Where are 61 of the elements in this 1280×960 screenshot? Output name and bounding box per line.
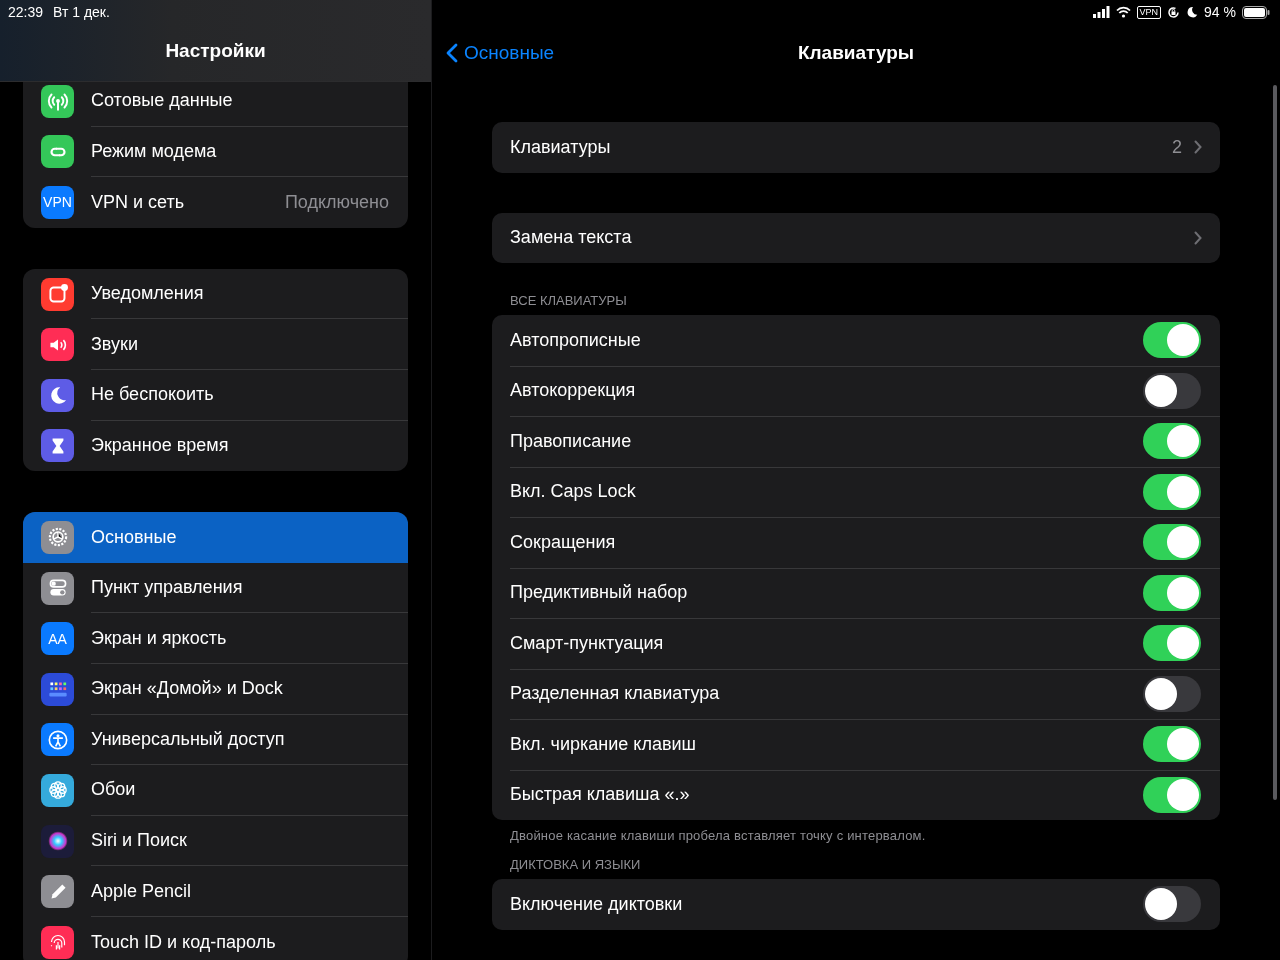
sidebar-item[interactable]: Экранное время (23, 420, 408, 472)
battery-percent: 94 % (1204, 4, 1236, 20)
sidebar-item[interactable]: Сотовые данные (23, 82, 408, 127)
toggle-row: Включение диктовки (492, 879, 1220, 930)
sidebar-item[interactable]: Экран «Домой» и Dock (23, 663, 408, 715)
toggle-row: Разделенная клавиатура (492, 668, 1220, 719)
chevron-left-icon (446, 43, 458, 63)
toggle-switch[interactable] (1143, 574, 1201, 611)
settings-row[interactable]: Замена текста (492, 212, 1220, 263)
section-header: ДИКТОВКА И ЯЗЫКИ (509, 857, 642, 872)
back-button[interactable]: Основные (446, 42, 555, 64)
section-header: ВСЕ КЛАВИАТУРЫ (509, 293, 628, 308)
sidebar-item[interactable]: Touch ID и код-пароль (23, 916, 408, 960)
battery-icon (1242, 5, 1270, 19)
settings-row[interactable]: Клавиатуры 2 (492, 122, 1220, 173)
toggle-row: Быстрая клавиша «.» (492, 769, 1220, 820)
toggle-switch[interactable] (1143, 625, 1201, 662)
toggle-row: Автопрописные (492, 315, 1220, 366)
sidebar-item[interactable]: Звуки (23, 319, 408, 370)
sidebar-title: Настройки (165, 40, 266, 62)
toggle-switch[interactable] (1143, 675, 1201, 712)
sidebar-item[interactable]: VPN VPN и сеть Подключено (23, 177, 408, 228)
toggle-row: Автокоррекция (492, 365, 1220, 416)
toggle-switch[interactable] (1143, 372, 1201, 409)
sidebar-item[interactable]: Пункт управления (23, 562, 408, 614)
toggle-switch[interactable] (1143, 524, 1201, 561)
sidebar-item[interactable]: Уведомления (23, 268, 408, 320)
signal-icon (1092, 6, 1110, 18)
sidebar-item[interactable]: AA Экран и яркость (23, 613, 408, 664)
row-value: 2 (1172, 136, 1182, 158)
toggle-row: Правописание (492, 416, 1220, 467)
toggle-row: Предиктивный набор (492, 567, 1220, 618)
toggle-switch[interactable] (1143, 886, 1201, 923)
chevron-right-icon (1194, 140, 1202, 155)
sidebar-item[interactable]: Обои (23, 765, 408, 816)
toggle-switch[interactable] (1143, 776, 1201, 813)
status-time: 22:39 (8, 4, 44, 20)
sidebar-item[interactable]: Apple Pencil (23, 866, 408, 917)
chevron-right-icon (1194, 230, 1202, 245)
toggle-row: Вкл. Caps Lock (492, 466, 1220, 517)
sidebar-item[interactable]: Не беспокоить (23, 369, 408, 421)
moon-icon (1186, 6, 1199, 18)
toggle-switch[interactable] (1143, 322, 1201, 359)
page-title: Клавиатуры (797, 42, 915, 64)
text-size-icon: AA (41, 622, 74, 656)
toggle-switch[interactable] (1143, 726, 1201, 763)
rotation-lock-icon (1167, 5, 1181, 19)
vpn-icon: VPN (41, 186, 74, 219)
toggle-row: Вкл. чиркание клавиш (492, 719, 1220, 770)
sidebar-item[interactable]: Режим модема (23, 126, 408, 178)
sidebar-item[interactable]: Универсальный доступ (23, 714, 408, 766)
toggle-row: Смарт-пунктуация (492, 618, 1220, 669)
sidebar-item[interactable]: Основные (23, 512, 408, 563)
toggle-switch[interactable] (1143, 473, 1201, 510)
vpn-indicator: VPN (1136, 5, 1162, 19)
sidebar-item[interactable]: Siri и Поиск (23, 815, 408, 867)
toggle-row: Сокращения (492, 517, 1220, 568)
status-date: Вт 1 дек. (53, 4, 110, 20)
section-footer: Двойное касание клавиши пробела вставляет точку с интервалом. (492, 828, 1220, 843)
toggle-switch[interactable] (1143, 423, 1201, 460)
wifi-icon (1115, 6, 1131, 18)
